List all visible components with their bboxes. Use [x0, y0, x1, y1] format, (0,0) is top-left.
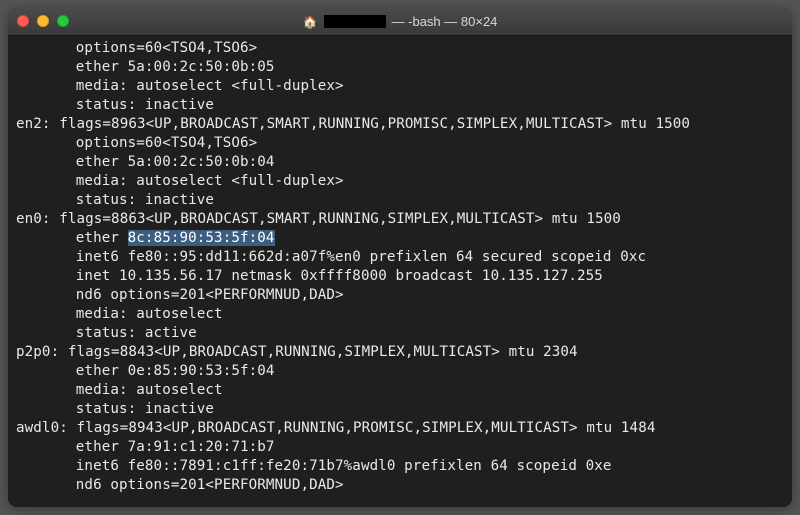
traffic-lights	[17, 15, 69, 27]
terminal-line: media: autoselect	[16, 305, 784, 324]
terminal-line: ether 7a:91:c1:20:71:b7	[16, 438, 784, 457]
terminal-line: status: inactive	[16, 400, 784, 419]
terminal-line: options=60<TSO4,TSO6>	[16, 134, 784, 153]
zoom-button[interactable]	[57, 15, 69, 27]
terminal-line: inet 10.135.56.17 netmask 0xffff8000 bro…	[16, 267, 784, 286]
selection: 8c:85:90:53:5f:04	[128, 230, 275, 246]
close-button[interactable]	[17, 15, 29, 27]
terminal-line: awdl0: flags=8943<UP,BROADCAST,RUNNING,P…	[16, 419, 784, 438]
terminal-line: media: autoselect <full-duplex>	[16, 77, 784, 96]
terminal-line: status: active	[16, 324, 784, 343]
terminal-line: media: autoselect <full-duplex>	[16, 172, 784, 191]
terminal-line: ether 5a:00:2c:50:0b:04	[16, 153, 784, 172]
terminal-line: p2p0: flags=8843<UP,BROADCAST,RUNNING,SI…	[16, 343, 784, 362]
terminal-line: inet6 fe80::7891:c1ff:fe20:71b7%awdl0 pr…	[16, 457, 784, 476]
terminal-line: media: autoselect	[16, 381, 784, 400]
terminal-output[interactable]: options=60<TSO4,TSO6>ether 5a:00:2c:50:0…	[8, 36, 792, 507]
terminal-line: status: inactive	[16, 96, 784, 115]
terminal-line: options=60<TSO4,TSO6>	[16, 39, 784, 58]
terminal-line: en2: flags=8963<UP,BROADCAST,SMART,RUNNI…	[16, 115, 784, 134]
window-title: 🏠 — -bash — 80×24	[303, 14, 498, 29]
terminal-window: 🏠 — -bash — 80×24 options=60<TSO4,TSO6>e…	[8, 8, 792, 507]
minimize-button[interactable]	[37, 15, 49, 27]
title-bar: 🏠 — -bash — 80×24	[8, 8, 792, 36]
terminal-line: ether 5a:00:2c:50:0b:05	[16, 58, 784, 77]
terminal-line: status: inactive	[16, 191, 784, 210]
terminal-line: nd6 options=201<PERFORMNUD,DAD>	[16, 476, 784, 495]
terminal-line: en0: flags=8863<UP,BROADCAST,SMART,RUNNI…	[16, 210, 784, 229]
terminal-line: nd6 options=201<PERFORMNUD,DAD>	[16, 286, 784, 305]
home-icon: 🏠	[303, 15, 318, 29]
title-text: — -bash — 80×24	[392, 14, 498, 29]
terminal-line: ether 0e:85:90:53:5f:04	[16, 362, 784, 381]
terminal-line: inet6 fe80::95:dd11:662d:a07f%en0 prefix…	[16, 248, 784, 267]
redacted-user	[324, 15, 386, 28]
terminal-line: ether 8c:85:90:53:5f:04	[16, 229, 784, 248]
